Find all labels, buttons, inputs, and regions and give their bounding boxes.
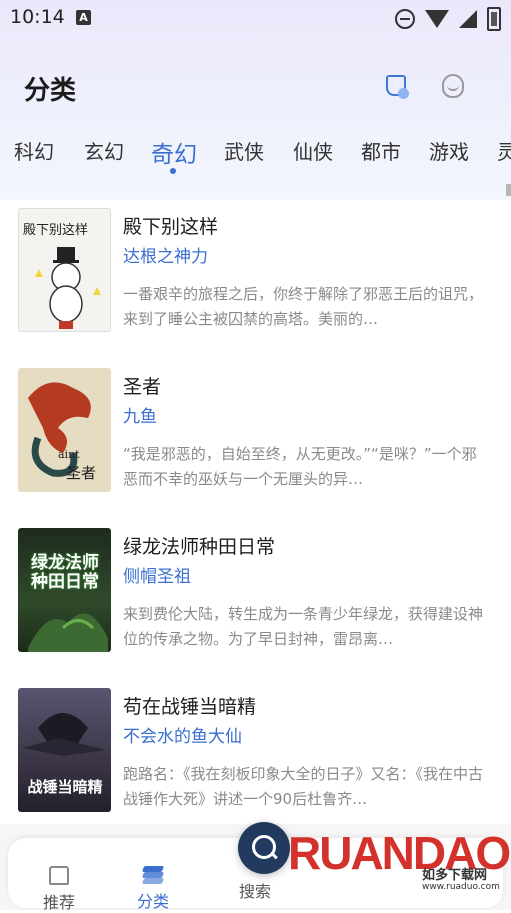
status-bar: 10:14 A	[0, 0, 511, 36]
book-description: 一番艰辛的旅程之后，你终于解除了邪恶王后的诅咒，来到了睡公主被囚禁的高塔。美丽的…	[123, 285, 483, 328]
cover-art	[28, 613, 108, 652]
page-title: 分类	[24, 76, 77, 106]
svg-text:aint: aint	[58, 448, 80, 461]
book-item[interactable]: aint 圣者 圣者 九鱼 “我是邪恶的，自始至终，从无更改。”“是咪？”一个邪…	[0, 360, 511, 500]
search-icon[interactable]	[238, 822, 290, 874]
watermark-url: www.ruaduo.com	[422, 882, 500, 892]
book-author[interactable]: 九鱼	[123, 402, 157, 427]
book-description: 来到费伦大陆，转生成为一条青少年绿龙，获得建设神位的传承之物。为了早日封神，雷昂…	[123, 605, 483, 648]
book-item[interactable]: 绿龙法师种田日常 绿龙法师种田日常 侧帽圣祖 来到费伦大陆，转生成为一条青少年绿…	[0, 520, 511, 660]
tab-wuxia[interactable]: 武侠	[224, 136, 264, 165]
book-cover[interactable]: 殿下别这样	[18, 208, 111, 332]
tab-ling[interactable]: 灵	[497, 136, 511, 165]
book-author[interactable]: 达根之神力	[123, 242, 208, 267]
nav-label: 搜索	[238, 882, 271, 901]
nav-label: 分类	[136, 892, 169, 911]
category-tabs: 科幻 玄幻 奇幻 武侠 仙侠 都市 游戏 灵	[0, 130, 511, 180]
header: 10:14 A 分类 科幻 玄幻 奇幻 武侠 仙侠 都市 游戏 灵	[0, 0, 511, 200]
book-author[interactable]: 侧帽圣祖	[123, 562, 191, 587]
cover-art: aint	[28, 382, 91, 477]
book-cover[interactable]: aint 圣者	[18, 368, 111, 492]
book-item[interactable]: 战锤当暗精 苟在战锤当暗精 不会水的鱼大仙 跑路名：《我在刻板印象大全的日子》又…	[0, 680, 511, 820]
book-description: 跑路名：《我在刻板印象大全的日子》又名：《我在中古战锤作大死》讲述一个90后杜鲁…	[123, 765, 483, 808]
book-cover[interactable]: 绿龙法师种田日常	[18, 528, 111, 652]
home-icon	[49, 866, 69, 885]
status-time: 10:14	[10, 6, 65, 28]
wifi-icon	[425, 10, 449, 28]
layers-icon	[141, 866, 165, 884]
cover-art	[35, 247, 101, 329]
nav-item-category[interactable]: 分类	[118, 866, 188, 912]
signal-icon	[459, 10, 477, 28]
notification-icon: A	[76, 10, 91, 25]
battery-icon	[487, 7, 501, 31]
watermark-logo: RUANDAO 如多下载网 www.ruaduo.com	[288, 826, 511, 910]
nav-item-recommend[interactable]: 推荐	[24, 866, 94, 913]
cup-icon[interactable]	[383, 72, 411, 100]
tab-dushi[interactable]: 都市	[361, 136, 401, 165]
nav-label: 推荐	[42, 893, 75, 912]
tab-youxi[interactable]: 游戏	[429, 136, 469, 165]
tab-kehuan[interactable]: 科幻	[14, 136, 54, 165]
cover-title: 战锤当暗精	[27, 778, 103, 796]
book-title[interactable]: 殿下别这样	[123, 212, 218, 239]
book-description: “我是邪恶的，自始至终，从无更改。”“是咪？”一个邪恶而不幸的巫妖与一个无厘头的…	[123, 445, 477, 488]
tab-xianxia[interactable]: 仙侠	[293, 136, 333, 165]
book-title[interactable]: 绿龙法师种田日常	[123, 532, 275, 559]
tab-qihuan[interactable]: 奇幻	[151, 135, 197, 169]
active-tab-indicator	[170, 168, 176, 174]
nav-item-search[interactable]: 搜索	[220, 870, 290, 902]
book-cover[interactable]: 战锤当暗精	[18, 688, 111, 812]
scrollbar[interactable]	[506, 184, 511, 196]
do-not-disturb-icon	[395, 9, 415, 29]
tab-xuanhuan[interactable]: 玄幻	[84, 136, 124, 165]
watermark-name: 如多下载网	[422, 868, 488, 883]
book-item[interactable]: 殿下别这样 殿下别这样 达根之神力 一番艰辛的旅程之后，你终于解除了邪恶王后的诅…	[0, 200, 511, 340]
cover-title: 圣者	[66, 464, 97, 482]
face-icon[interactable]	[440, 72, 468, 100]
book-author[interactable]: 不会水的鱼大仙	[123, 722, 242, 747]
book-title[interactable]: 圣者	[123, 372, 161, 399]
book-title[interactable]: 苟在战锤当暗精	[123, 692, 256, 719]
